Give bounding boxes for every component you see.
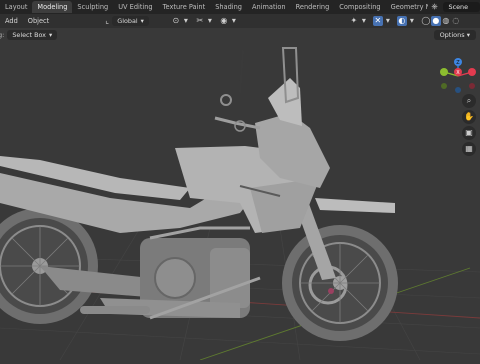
chevron-down-icon: ▾ bbox=[207, 16, 212, 25]
overlay-toggle[interactable]: ◐ ▾ bbox=[396, 16, 417, 27]
proportional-edit-control[interactable]: ◉ ▾ bbox=[219, 16, 239, 27]
scene-selector[interactable]: ⎈ Scene bbox=[427, 0, 480, 14]
tab-uv-editing[interactable]: UV Editing bbox=[113, 1, 157, 13]
zoom-icon[interactable]: ⌕ bbox=[462, 94, 476, 108]
shading-modes[interactable]: ◯ ● ◍ ◌ bbox=[421, 16, 461, 27]
pivot-icon: ⊙ bbox=[172, 16, 180, 25]
z-axis-label: Z bbox=[456, 60, 460, 66]
neg-x-handle[interactable] bbox=[469, 83, 475, 89]
tab-modeling[interactable]: Modeling bbox=[32, 1, 73, 13]
viewport-header: Add Object ⌞ Global ▾ ⊙ ▾ ✂ ▾ ◉ ▾ ✦ ▾ ✕ ▾ ◐ ▾ ◯… bbox=[0, 14, 480, 28]
tool-prefix: g: bbox=[0, 31, 5, 39]
navigation-gizmo[interactable]: Z X bbox=[440, 58, 476, 94]
orientation-value: Global bbox=[117, 17, 138, 25]
scene-icon: ⎈ bbox=[431, 2, 438, 11]
chevron-down-icon: ▾ bbox=[361, 16, 366, 25]
chevron-down-icon: ▾ bbox=[466, 31, 470, 39]
overlay-icon: ◐ bbox=[396, 16, 407, 26]
options-dropdown[interactable]: Options ▾ bbox=[433, 30, 476, 40]
tab-sculpting[interactable]: Sculpting bbox=[72, 1, 113, 13]
chevron-down-icon: ▾ bbox=[183, 16, 188, 25]
visibility-icon: ✦ bbox=[350, 16, 358, 25]
select-mode-value: Select Box bbox=[12, 31, 46, 39]
tab-animation[interactable]: Animation bbox=[247, 1, 291, 13]
rendered-shading-icon[interactable]: ◌ bbox=[451, 16, 461, 26]
material-shading-icon[interactable]: ◍ bbox=[441, 16, 451, 26]
x-axis-handle[interactable] bbox=[468, 68, 476, 76]
solid-shading-icon[interactable]: ● bbox=[430, 16, 441, 26]
select-mode-dropdown[interactable]: Select Box ▾ bbox=[7, 30, 58, 40]
viewport-canvas[interactable] bbox=[0, 28, 480, 361]
motorcycle-model[interactable] bbox=[0, 47, 398, 341]
neg-y-handle[interactable] bbox=[441, 83, 447, 89]
workspace-tab-bar: Layout Modeling Sculpting UV Editing Tex… bbox=[0, 0, 480, 14]
chevron-down-icon: ▾ bbox=[409, 16, 414, 25]
add-menu[interactable]: Add bbox=[0, 17, 23, 25]
3d-viewport[interactable] bbox=[0, 28, 480, 361]
snap-icon: ✂ bbox=[196, 16, 204, 25]
options-label: Options bbox=[439, 31, 465, 39]
front-wheel bbox=[282, 225, 398, 341]
chevron-down-icon: ▾ bbox=[385, 16, 390, 25]
neg-z-handle[interactable] bbox=[455, 87, 461, 93]
chevron-down-icon: ▾ bbox=[140, 17, 144, 25]
tab-layout[interactable]: Layout bbox=[0, 1, 32, 13]
transform-orientation-icon: ⌞ bbox=[105, 16, 110, 25]
pivot-control[interactable]: ⊙ ▾ bbox=[171, 16, 191, 27]
tab-texture-paint[interactable]: Texture Paint bbox=[158, 1, 211, 13]
chevron-down-icon: ▾ bbox=[48, 31, 53, 39]
tab-rendering[interactable]: Rendering bbox=[291, 1, 335, 13]
proportional-edit-icon: ◉ bbox=[220, 16, 228, 25]
tab-shading[interactable]: Shading bbox=[210, 1, 247, 13]
scene-name[interactable]: Scene bbox=[442, 2, 480, 12]
x-axis-label: X bbox=[456, 70, 460, 76]
y-axis-handle[interactable] bbox=[440, 68, 448, 76]
tab-compositing[interactable]: Compositing bbox=[334, 1, 385, 13]
orientation-control[interactable]: ⌞ Global ▾ bbox=[102, 16, 149, 27]
snap-control[interactable]: ✂ ▾ bbox=[195, 16, 215, 27]
orientation-dropdown[interactable]: Global ▾ bbox=[112, 16, 149, 26]
object-visibility-control[interactable]: ✦ ▾ bbox=[349, 16, 369, 27]
wireframe-shading-icon[interactable]: ◯ bbox=[421, 16, 431, 26]
perspective-grid-icon[interactable]: ▦ bbox=[462, 142, 476, 156]
camera-view-icon[interactable]: ▣ bbox=[462, 126, 476, 140]
object-menu[interactable]: Object bbox=[23, 17, 54, 25]
chevron-down-icon: ▾ bbox=[231, 16, 236, 25]
gizmo-toggle[interactable]: ✕ ▾ bbox=[372, 16, 393, 27]
tool-settings-row: g: Select Box ▾ bbox=[0, 28, 480, 42]
gizmo-icon: ✕ bbox=[372, 16, 383, 26]
pan-hand-icon[interactable]: ✋ bbox=[462, 110, 476, 124]
